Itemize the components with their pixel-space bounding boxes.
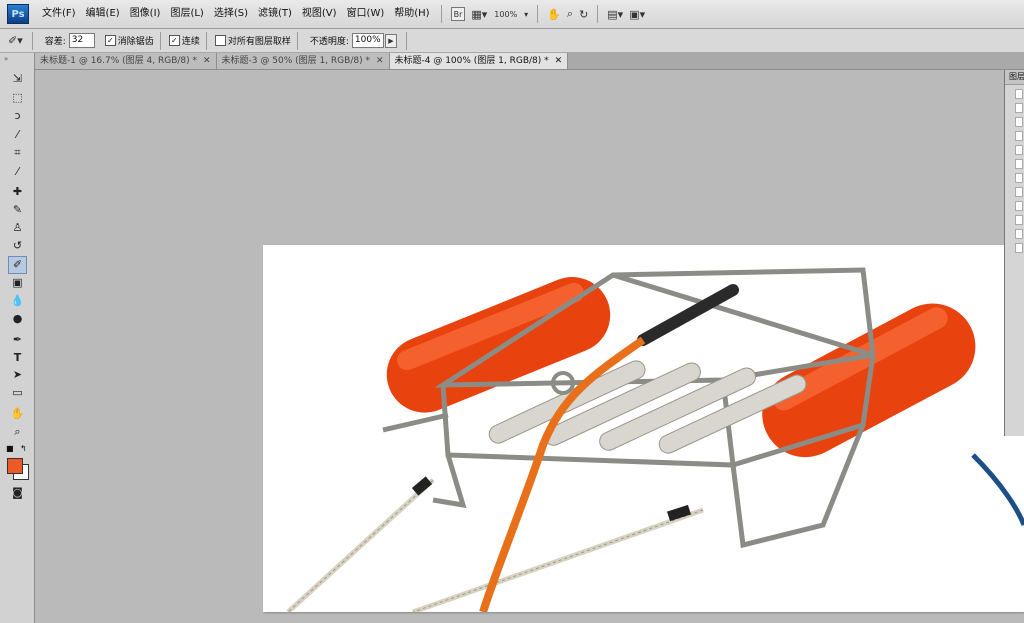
arrange-documents-icon[interactable]: ▤▾: [607, 5, 623, 23]
panel-row[interactable]: [1015, 229, 1023, 239]
hand-icon[interactable]: ✋: [547, 5, 561, 23]
contiguous-checkbox[interactable]: ✓: [168, 35, 180, 46]
separator: [31, 31, 33, 50]
separator: [440, 5, 442, 23]
antialias-checkbox[interactable]: ✓: [104, 35, 116, 46]
magic-eraser-preset-icon[interactable]: ✐▾: [8, 32, 23, 50]
panel-row[interactable]: [1015, 145, 1023, 155]
menu-layer[interactable]: 图层(L): [165, 0, 208, 28]
float-device-image: [286, 267, 1024, 612]
menu-edit[interactable]: 编辑(E): [81, 0, 125, 28]
panel-row[interactable]: [1015, 187, 1023, 197]
hand-tool-icon[interactable]: ✋: [9, 406, 26, 422]
opacity-slider-arrow-icon[interactable]: ▶: [384, 33, 397, 48]
swap-colors-icon[interactable]: ↰: [20, 444, 27, 453]
zoom-dropdown-icon[interactable]: ▾: [524, 5, 528, 23]
opacity-input[interactable]: 100%: [351, 33, 384, 48]
sample-all-layers-checkbox[interactable]: [214, 35, 226, 46]
zoom-level[interactable]: 100%: [494, 10, 517, 19]
menu-filter[interactable]: 滤镜(T): [253, 0, 297, 28]
pen-tool-icon[interactable]: ✒: [9, 332, 26, 348]
foreground-color-swatch-front[interactable]: [7, 458, 23, 474]
move-tool-icon[interactable]: ⇲: [9, 71, 26, 87]
panel-row[interactable]: [1015, 243, 1023, 253]
sample-all-layers-label: 对所有图层取样: [227, 37, 291, 47]
antialias-label: 消除锯齿: [117, 37, 154, 47]
opacity-label: 不透明度:: [309, 37, 349, 47]
marquee-tool-icon[interactable]: ⬚: [9, 90, 26, 106]
dodge-tool-icon[interactable]: ●: [9, 311, 26, 327]
menu-help[interactable]: 帮助(H): [389, 0, 434, 28]
blur-tool-icon[interactable]: 💧: [9, 293, 26, 309]
screen-layout-icon[interactable]: ▦▾: [471, 5, 487, 23]
panel-row[interactable]: [1015, 117, 1023, 127]
close-icon[interactable]: ✕: [555, 53, 563, 69]
close-icon[interactable]: ✕: [376, 53, 384, 69]
zoom-tool-icon[interactable]: ⌕: [9, 424, 26, 440]
gradient-tool-icon[interactable]: ▣: [9, 275, 26, 291]
separator: [405, 31, 407, 50]
menu-select[interactable]: 选择(S): [209, 0, 253, 28]
clone-stamp-icon[interactable]: ♙: [9, 220, 26, 236]
document-canvas[interactable]: [263, 245, 1024, 612]
document-tabs: 未标题-1 @ 16.7% (图层 4, RGB/8) * ✕ 未标题-3 @ …: [35, 53, 1024, 70]
separator: [205, 31, 207, 50]
toolbox-collapse-icon[interactable]: »: [4, 55, 8, 63]
tab-label: 未标题-4 @ 100% (图层 1, RGB/8) *: [394, 56, 549, 66]
separator: [159, 31, 161, 50]
panel-row[interactable]: [1015, 201, 1023, 211]
screen-mode-icon[interactable]: ▣▾: [629, 5, 645, 23]
panel-row[interactable]: [1015, 215, 1023, 225]
options-bar: ✐▾ 容差: 32 ✓ 消除锯齿 ✓ 连续 对所有图层取样 不透明度: 100%…: [0, 29, 1024, 53]
menu-window[interactable]: 窗口(W): [342, 0, 390, 28]
menu-view[interactable]: 视图(V): [297, 0, 342, 28]
layers-panel: 图层: [1004, 70, 1024, 436]
history-brush-icon[interactable]: ↺: [9, 238, 26, 254]
quick-select-tool-icon[interactable]: ⁄: [9, 127, 26, 143]
separator: [597, 5, 599, 23]
tolerance-label: 容差:: [44, 37, 66, 47]
tab-document-3[interactable]: 未标题-3 @ 50% (图层 1, RGB/8) * ✕: [216, 53, 390, 69]
contiguous-label: 连续: [181, 37, 200, 47]
menu-bar: Ps 文件(F) 编辑(E) 图像(I) 图层(L) 选择(S) 滤镜(T) 视…: [0, 0, 1024, 29]
quick-mask-icon[interactable]: ◙: [9, 485, 26, 501]
brush-tool-icon[interactable]: ✎: [9, 202, 26, 218]
path-select-icon[interactable]: ➤: [9, 367, 26, 383]
type-tool-icon[interactable]: T: [9, 350, 26, 366]
separator: [296, 31, 298, 50]
rotate-view-icon[interactable]: ↻: [579, 5, 588, 23]
zoom-icon[interactable]: ⌕: [567, 5, 573, 23]
separator: [537, 5, 539, 23]
shape-tool-icon[interactable]: ▭: [9, 385, 26, 401]
panel-row[interactable]: [1015, 159, 1023, 169]
panel-title[interactable]: 图层: [1005, 70, 1024, 85]
bridge-button[interactable]: Br: [450, 7, 466, 21]
tab-label: 未标题-3 @ 50% (图层 1, RGB/8) *: [221, 56, 370, 66]
panel-row[interactable]: [1015, 173, 1023, 183]
eyedropper-tool-icon[interactable]: ⁄: [9, 164, 26, 180]
tolerance-input[interactable]: 32: [68, 33, 95, 48]
lasso-tool-icon[interactable]: ↄ: [9, 108, 26, 124]
default-colors-icon[interactable]: ■: [6, 444, 14, 453]
tab-document-4[interactable]: 未标题-4 @ 100% (图层 1, RGB/8) * ✕: [389, 53, 569, 69]
menu-image[interactable]: 图像(I): [125, 0, 166, 28]
menu-file[interactable]: 文件(F): [37, 0, 81, 28]
toolbox: » ⇲ ⬚ ↄ ⁄ ⌗ ⁄ ✚ ✎ ♙ ↺ ✐ ▣ 💧 ● ✒ T ➤ ▭ ✋ …: [0, 53, 35, 623]
panel-row[interactable]: [1015, 103, 1023, 113]
close-icon[interactable]: ✕: [203, 53, 211, 69]
panel-row[interactable]: [1015, 131, 1023, 141]
crop-tool-icon[interactable]: ⌗: [9, 145, 26, 161]
healing-brush-icon[interactable]: ✚: [9, 184, 26, 200]
tab-document-1[interactable]: 未标题-1 @ 16.7% (图层 4, RGB/8) * ✕: [35, 53, 217, 69]
panel-row[interactable]: [1015, 89, 1023, 99]
tab-label: 未标题-1 @ 16.7% (图层 4, RGB/8) *: [40, 56, 197, 66]
magic-eraser-icon[interactable]: ✐: [8, 256, 27, 274]
photoshop-logo: Ps: [7, 4, 29, 24]
